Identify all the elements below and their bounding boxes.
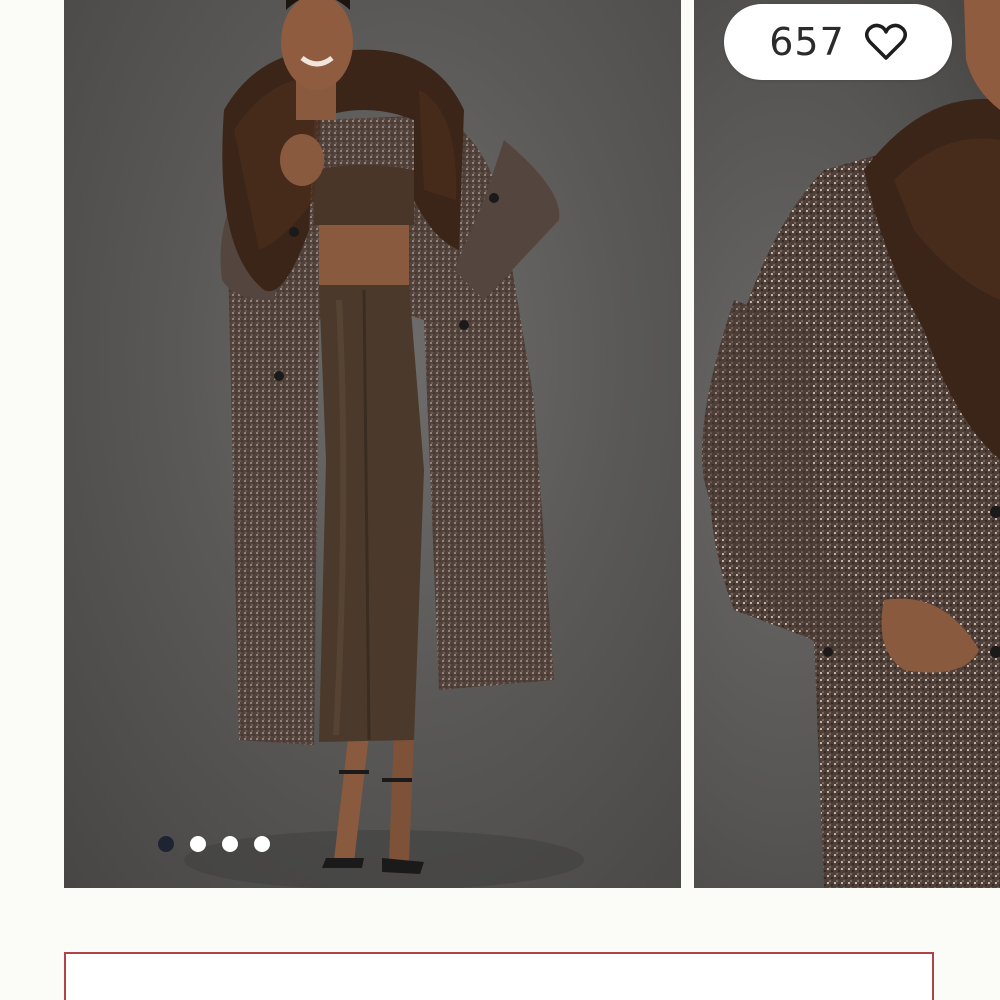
add-to-bag-button[interactable] xyxy=(64,952,934,1000)
product-image-gallery[interactable]: 657 xyxy=(0,0,1000,890)
gallery-dot-2[interactable] xyxy=(190,836,206,852)
gallery-dot-3[interactable] xyxy=(222,836,238,852)
wishlist-like-button[interactable]: 657 xyxy=(724,4,952,80)
like-count: 657 xyxy=(769,20,845,64)
gallery-pagination-dots xyxy=(158,836,270,852)
gallery-dot-1[interactable] xyxy=(158,836,174,852)
model-in-coat-illustration xyxy=(184,0,584,888)
coat-closeup-illustration xyxy=(702,0,1000,888)
product-image-main[interactable] xyxy=(64,0,681,888)
gallery-dot-4[interactable] xyxy=(254,836,270,852)
heart-outline-icon xyxy=(864,23,907,61)
product-image-second[interactable] xyxy=(694,0,1000,888)
product-page: 657 xyxy=(0,0,1000,1000)
